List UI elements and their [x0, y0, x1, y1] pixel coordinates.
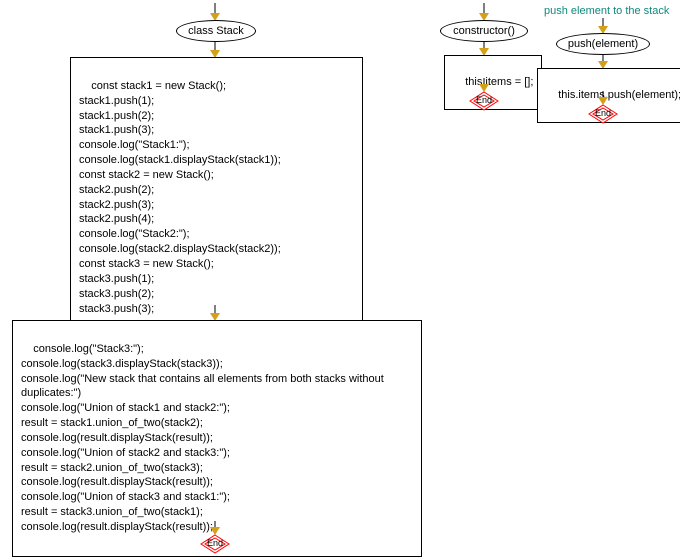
arrow-flow1-block1-to-block2: [209, 305, 221, 321]
end-flow1: End: [200, 534, 230, 560]
push-comment: push element to the stack: [544, 5, 669, 17]
arrow-flow3-top: [597, 18, 609, 34]
push-label: push(element): [568, 38, 638, 50]
arrow-flow2-ellipse-to-rect: [478, 42, 490, 56]
push-body-text: this.items.push(element);: [558, 89, 680, 101]
constructor-body-text: this.items = [];: [465, 76, 533, 88]
constructor-label: constructor(): [453, 25, 515, 37]
arrow-flow3-ellipse-to-rect: [597, 55, 609, 69]
end-label-1: End: [207, 538, 223, 548]
arrow-flow2-top: [478, 3, 490, 21]
push-ellipse: push(element): [556, 33, 650, 55]
end-flow3: End: [588, 104, 618, 130]
class-stack-ellipse: class Stack: [176, 20, 256, 42]
push-comment-text: push element to the stack: [544, 5, 669, 17]
code-block-1: const stack1 = new Stack(); stack1.push(…: [70, 57, 363, 338]
end-label-2: End: [476, 95, 492, 105]
constructor-ellipse: constructor(): [440, 20, 528, 42]
end-label-3: End: [595, 108, 611, 118]
arrow-flow3-rect-to-end: [597, 91, 609, 105]
arrow-flow1-ellipse-to-block1: [209, 42, 221, 58]
code-block-1-text: const stack1 = new Stack(); stack1.push(…: [79, 80, 281, 315]
end-flow2: End: [469, 91, 499, 117]
arrow-flow2-rect-to-end: [478, 78, 490, 92]
arrow-flow1-top: [209, 3, 221, 21]
class-stack-label: class Stack: [188, 25, 244, 37]
code-block-2-text: console.log("Stack3:"); console.log(stac…: [21, 343, 384, 533]
arrow-flow1-block2-to-end: [209, 521, 221, 535]
